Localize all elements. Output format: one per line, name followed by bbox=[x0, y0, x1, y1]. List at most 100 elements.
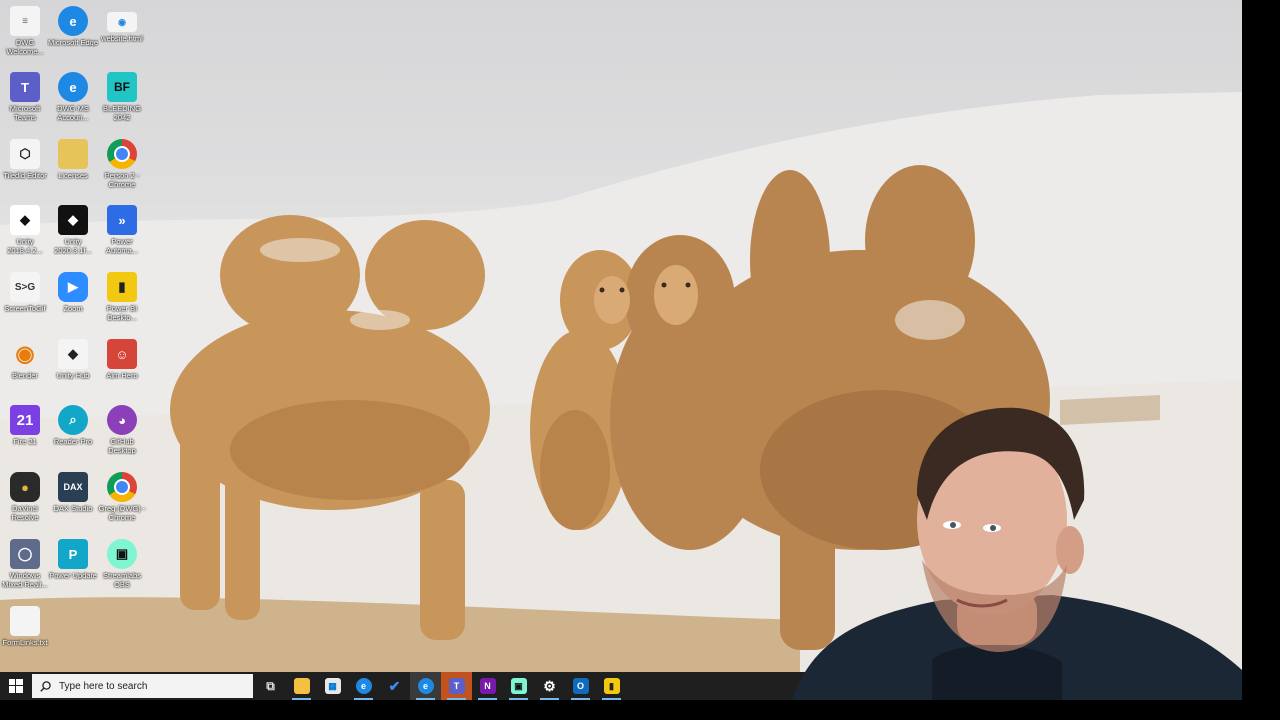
zoom-icon: ▶ bbox=[58, 272, 88, 302]
unity-hub-icon: ◆ bbox=[58, 339, 88, 369]
mixed-reality-icon: ◯ bbox=[10, 539, 40, 569]
power-automate-icon: » bbox=[107, 205, 137, 235]
desktop-icon-dax-studio[interactable]: DAX DAX Studio bbox=[48, 468, 98, 530]
aim-hero-icon: ☺ bbox=[107, 339, 137, 369]
presenter-video bbox=[792, 407, 1242, 700]
desktop-icon-label: Streamlabs OBS bbox=[103, 571, 141, 589]
folder-zip-icon bbox=[58, 139, 88, 169]
desktop-icon-github-desktop[interactable]: ◕ GitHub Desktop bbox=[97, 401, 147, 463]
chrome-profile-icon bbox=[107, 472, 137, 502]
desktop-icon-zoom[interactable]: ▶ Zoom bbox=[48, 268, 98, 330]
webcam-overlay bbox=[752, 400, 1242, 700]
desktop-icon-label: Blender bbox=[12, 371, 38, 380]
taskbar-teams[interactable]: T bbox=[441, 672, 472, 700]
desktop-icon-unity-2020[interactable]: ◆ Unity 2020.3.1f... bbox=[48, 201, 98, 263]
desktop-icon-aim-hero[interactable]: ☺ Aim Hero bbox=[97, 335, 147, 397]
text-file-icon bbox=[10, 606, 40, 636]
html-file-icon: ◉ bbox=[107, 12, 137, 32]
desktop-icon-blender[interactable]: ◉ Blender bbox=[0, 335, 50, 397]
streamlabs-icon: ▣ bbox=[510, 678, 527, 694]
desktop-icon-label: Power BI Deskto... bbox=[106, 304, 138, 322]
desktop-icon-microsoft-edge[interactable]: e Microsoft Edge bbox=[48, 2, 98, 64]
desktop-icon-label: Unity 2018.4.2... bbox=[7, 237, 43, 255]
taskbar-edge[interactable]: e bbox=[348, 672, 379, 700]
desktop-icon-reader-pro[interactable]: ⌕ Reader Pro bbox=[48, 401, 98, 463]
desktop-icon-label: Fire 21 bbox=[13, 437, 37, 446]
store-icon: ▦ bbox=[324, 678, 341, 694]
desktop-icon-power-update[interactable]: P Power Update bbox=[48, 535, 98, 597]
right-letterbox bbox=[1242, 0, 1280, 720]
taskbar-search-box[interactable]: Type here to search bbox=[32, 674, 253, 698]
taskbar-todo[interactable]: ✔ bbox=[379, 672, 410, 700]
taskbar-onenote[interactable]: N bbox=[472, 672, 503, 700]
desktop-icon-label: Microsoft Edge bbox=[47, 38, 99, 47]
game-icon: BF bbox=[107, 72, 137, 102]
teams-icon: T bbox=[448, 678, 465, 694]
edge-profile-icon: e bbox=[58, 72, 88, 102]
taskbar-file-explorer[interactable] bbox=[286, 672, 317, 700]
desktop-icon-power-bi[interactable]: ▮ Power BI Deskto... bbox=[97, 268, 147, 330]
power-bi-icon: ▮ bbox=[603, 678, 620, 694]
document-icon: ≡ bbox=[10, 6, 40, 36]
desktop-icon-unity-2018[interactable]: ◆ Unity 2018.4.2... bbox=[0, 201, 50, 263]
desktop-icon-dwg-welcome[interactable]: ≡ DWG Welcome... bbox=[0, 2, 50, 64]
power-bi-icon: ▮ bbox=[107, 272, 137, 302]
desktop-icon-label: GitHub Desktop bbox=[108, 437, 136, 455]
desktop-icon-tiled-editor[interactable]: ⬡ Tiledld Editor bbox=[0, 135, 50, 197]
taskbar-settings[interactable]: ⚙ bbox=[534, 672, 565, 700]
desktop-icon-label: Microsoft Teams bbox=[9, 104, 41, 122]
dax-studio-icon: DAX bbox=[58, 472, 88, 502]
taskbar-task-view[interactable]: ⧉ bbox=[255, 672, 286, 700]
task-view-icon: ⧉ bbox=[266, 678, 275, 693]
desktop-icon-unity-hub[interactable]: ◆ Unity Hub bbox=[48, 335, 98, 397]
edge-icon: e bbox=[355, 678, 372, 694]
desktop-icon-streamlabs-obs[interactable]: ▣ Streamlabs OBS bbox=[97, 535, 147, 597]
edge-icon: e bbox=[58, 6, 88, 36]
desktop-icon-screentogif[interactable]: S>G ScreenToGif bbox=[0, 268, 50, 330]
gear-icon: ⚙ bbox=[543, 677, 556, 694]
folder-icon bbox=[293, 678, 310, 694]
desktop-icon-label: Unity Hub bbox=[56, 371, 90, 380]
onenote-icon: N bbox=[479, 678, 496, 694]
start-button[interactable] bbox=[0, 672, 32, 700]
windows-logo-icon bbox=[9, 679, 23, 693]
desktop-icon-greg-chrome[interactable]: Greg (DWG) - Chrome bbox=[97, 468, 147, 530]
desktop-icon-bleeding-2042[interactable]: BF BLEEDING 2042 bbox=[97, 68, 147, 130]
desktop-icon-fire-21[interactable]: 21 Fire 21 bbox=[0, 401, 50, 463]
desktop-icon-label: Windows Mixed Reali... bbox=[2, 571, 48, 589]
desktop-icon-power-automate[interactable]: » Power Automa... bbox=[97, 201, 147, 263]
fire-21-icon: 21 bbox=[10, 405, 40, 435]
desktop-icon-formlinks-txt[interactable]: FormLinks.txt bbox=[0, 602, 50, 664]
davinci-icon: ● bbox=[10, 472, 40, 502]
taskbar-power-bi[interactable]: ▮ bbox=[596, 672, 627, 700]
github-icon: ◕ bbox=[107, 405, 137, 435]
search-icon bbox=[40, 680, 51, 692]
desktop-icon-label: DWG Welcome... bbox=[6, 38, 44, 56]
magnifier-icon: ⌕ bbox=[58, 405, 88, 435]
desktop-icon-windows-mixed-reality[interactable]: ◯ Windows Mixed Reali... bbox=[0, 535, 50, 597]
desktop-icon-label: Unity 2020.3.1f... bbox=[54, 237, 92, 255]
desktop-icon-label: Licenses bbox=[58, 171, 88, 180]
edge-profile-icon: e bbox=[417, 678, 434, 694]
desktop-icon-licenses[interactable]: Licenses bbox=[48, 135, 98, 197]
taskbar-outlook[interactable]: O bbox=[565, 672, 596, 700]
outlook-icon: O bbox=[572, 678, 589, 694]
desktop-icon-label: Zoom bbox=[63, 304, 83, 313]
taskbar-edge-profile[interactable]: e bbox=[410, 672, 441, 700]
desktop-icon-davinci-resolve[interactable]: ● DaVinci Resolve bbox=[0, 468, 50, 530]
desktop-icon-label: Person 2 - Chrome bbox=[104, 171, 140, 189]
desktop-icon-label: DWG MS Accoun... bbox=[57, 104, 89, 122]
screentogif-icon: S>G bbox=[10, 272, 40, 302]
desktop-icon-person2-chrome[interactable]: Person 2 - Chrome bbox=[97, 135, 147, 197]
desktop-icon-label: DaVinci Resolve bbox=[11, 504, 39, 522]
desktop-icon-label: ScreenToGif bbox=[4, 304, 46, 313]
desktop-icon-microsoft-teams[interactable]: T Microsoft Teams bbox=[0, 68, 50, 130]
desktop-icon-dwg-ms-account[interactable]: e DWG MS Accoun... bbox=[48, 68, 98, 130]
chrome-icon bbox=[107, 139, 137, 169]
desktop-icon-label: Greg (DWG) - Chrome bbox=[98, 504, 146, 522]
desktop-icon-website-html[interactable]: ◉ website.html bbox=[97, 2, 147, 64]
bottom-letterbox bbox=[0, 700, 1280, 720]
taskbar-store[interactable]: ▦ bbox=[317, 672, 348, 700]
streamlabs-icon: ▣ bbox=[107, 539, 137, 569]
taskbar-streamlabs[interactable]: ▣ bbox=[503, 672, 534, 700]
